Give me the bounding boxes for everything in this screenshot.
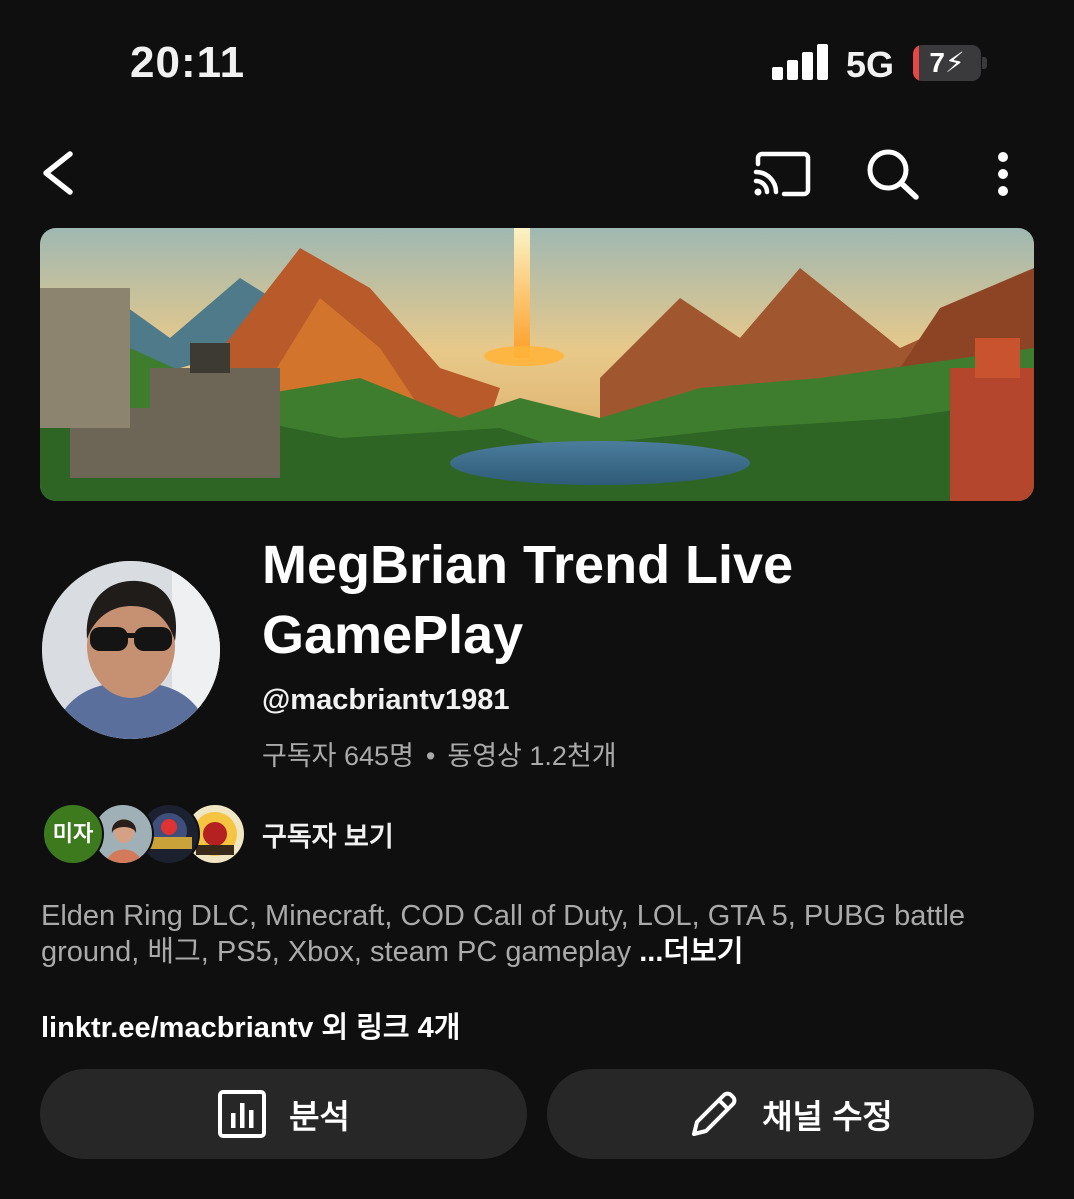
description-text: Elden Ring DLC, Minecraft, COD Call of D…: [41, 900, 966, 968]
description-more-link[interactable]: ...더보기: [639, 936, 743, 968]
search-icon[interactable]: [864, 148, 920, 200]
analytics-icon: [218, 1090, 267, 1138]
back-chevron-left-icon[interactable]: [38, 150, 82, 196]
edit-channel-label: 채널 수정: [762, 1098, 893, 1135]
network-type: 5G: [846, 44, 895, 85]
subscriber-avatars[interactable]: 미자: [42, 803, 246, 865]
analytics-label: 분석: [289, 1098, 350, 1135]
battery-level: 7: [929, 47, 945, 78]
channel-stats: 구독자 645명 • 동영상 1.2천개: [262, 734, 617, 773]
channel-title: MegBrian Trend Live GamePlay: [262, 535, 794, 665]
more-vert-icon[interactable]: [992, 150, 1014, 198]
stats-separator: •: [425, 741, 436, 771]
battery-icon: 7⚡: [913, 45, 987, 81]
view-subscribers-link[interactable]: 구독자 보기: [262, 815, 394, 854]
avatar-image: [42, 561, 220, 739]
banner-artwork: [40, 228, 1034, 501]
status-time: 20:11: [130, 38, 246, 87]
channel-description[interactable]: Elden Ring DLC, Minecraft, COD Call of D…: [41, 898, 1041, 970]
cast-icon[interactable]: [752, 150, 812, 198]
signal-icon: [772, 44, 830, 80]
subscriber-count: 구독자 645명: [262, 741, 414, 771]
channel-avatar[interactable]: [42, 561, 220, 739]
edit-channel-button[interactable]: 채널 수정: [547, 1069, 1034, 1159]
channel-handle: @macbriantv1981: [262, 684, 510, 716]
subscriber-avatar-1: 미자: [42, 803, 104, 865]
analytics-button[interactable]: 분석: [40, 1069, 527, 1159]
channel-banner: [40, 228, 1034, 501]
pencil-icon: [692, 1091, 737, 1136]
channel-links[interactable]: linktr.ee/macbriantv 외 링크 4개: [41, 1004, 460, 1046]
video-count: 동영상 1.2천개: [447, 741, 617, 771]
